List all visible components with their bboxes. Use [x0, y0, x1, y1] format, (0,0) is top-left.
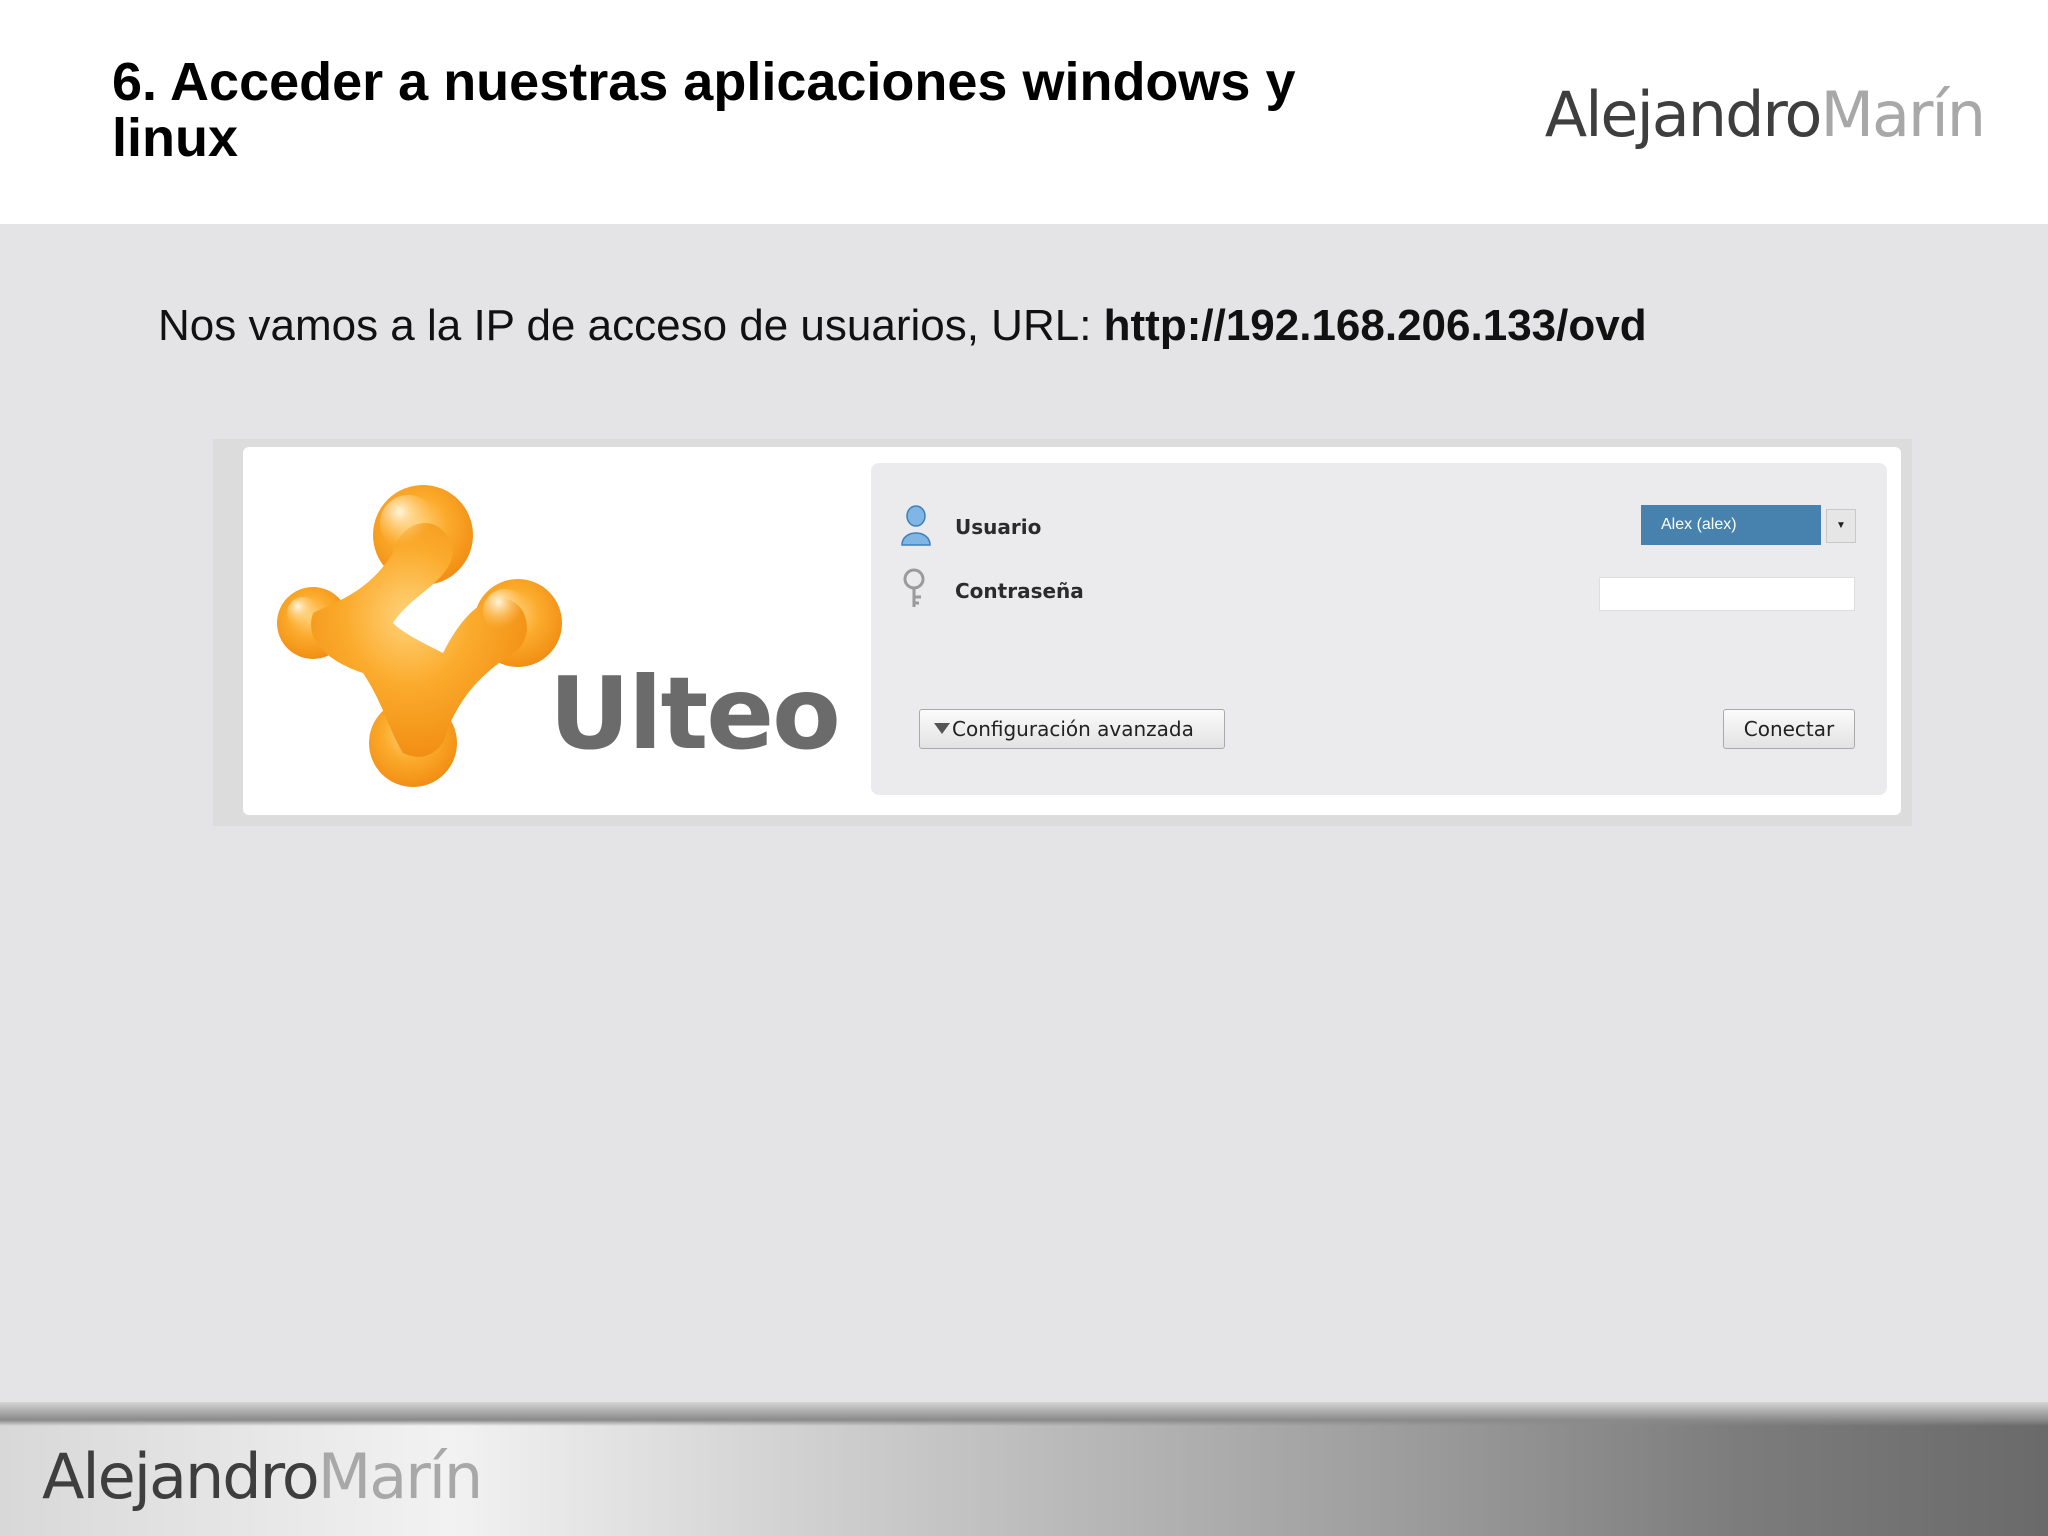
connect-button[interactable]: Conectar: [1723, 709, 1855, 749]
advanced-settings-label: Configuración avanzada: [952, 717, 1194, 741]
ulteo-login-screenshot: Ulteo Usuario Alex (alex) ▼ Contraseña C…: [213, 439, 1912, 826]
brand-first-name: Alejandro: [1544, 78, 1823, 151]
ulteo-wordmark: Ulteo: [549, 655, 841, 772]
chevron-down-icon[interactable]: ▼: [1826, 509, 1856, 543]
intro-label: Nos vamos a la IP de acceso de usuarios,…: [158, 301, 1104, 350]
user-select[interactable]: Alex (alex): [1641, 505, 1821, 545]
brand-logo-footer: AlejandroMarín: [42, 1440, 483, 1514]
ulteo-login-window: Ulteo Usuario Alex (alex) ▼ Contraseña C…: [243, 447, 1901, 815]
brand-last-name: Marín: [1820, 78, 1986, 151]
user-icon: [901, 505, 931, 546]
slide-header: 6. Acceder a nuestras aplicaciones windo…: [0, 0, 2048, 224]
user-label: Usuario: [955, 515, 1042, 539]
password-label: Contraseña: [955, 579, 1084, 603]
key-icon: [903, 568, 925, 607]
brand-first-name: Alejandro: [42, 1440, 320, 1513]
advanced-settings-button[interactable]: Configuración avanzada: [919, 709, 1225, 749]
slide-title: 6. Acceder a nuestras aplicaciones windo…: [112, 52, 1296, 168]
triangle-down-icon: [934, 723, 950, 734]
brand-last-name: Marín: [317, 1440, 483, 1513]
login-panel: Usuario Alex (alex) ▼ Contraseña Configu…: [871, 463, 1887, 795]
password-field[interactable]: [1599, 577, 1855, 611]
brand-logo-header: AlejandroMarín: [1544, 78, 1986, 152]
intro-text: Nos vamos a la IP de acceso de usuarios,…: [158, 296, 1647, 356]
intro-url: http://192.168.206.133/ovd: [1103, 301, 1647, 350]
